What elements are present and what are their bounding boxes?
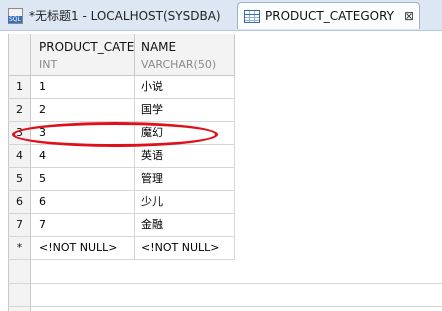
cell-product-cate[interactable]: 2: [31, 99, 135, 122]
table-row[interactable]: 1 1 小说: [8, 76, 442, 99]
table-row[interactable]: 3 3 魔幻: [8, 122, 442, 145]
row-number[interactable]: 1: [8, 76, 31, 99]
tab-product-category-label: PRODUCT_CATEGORY: [265, 9, 394, 23]
close-icon[interactable]: ⊠: [404, 9, 414, 23]
cell-name[interactable]: 国学: [135, 99, 235, 122]
cell-product-cate[interactable]: 3: [31, 122, 135, 145]
row-number[interactable]: 2: [8, 99, 31, 122]
row-number[interactable]: 7: [8, 214, 31, 237]
cell-product-cate[interactable]: 4: [31, 145, 135, 168]
new-row-marker[interactable]: *: [8, 237, 31, 260]
new-row[interactable]: * <!NOT NULL> <!NOT NULL>: [8, 237, 442, 260]
data-grid: PRODUCT_CATE INT NAME VARCHAR(50) 1 1 小说…: [0, 34, 442, 311]
cell-product-cate[interactable]: 7: [31, 214, 135, 237]
cell-product-cate[interactable]: 5: [31, 168, 135, 191]
cell-product-cate-placeholder[interactable]: <!NOT NULL>: [31, 237, 135, 260]
grid-line: [8, 283, 442, 284]
cell-name[interactable]: 金融: [135, 214, 235, 237]
row-number[interactable]: 3: [8, 122, 31, 145]
cell-name[interactable]: 少儿: [135, 191, 235, 214]
column-type: VARCHAR(50): [141, 58, 217, 71]
table-row[interactable]: 2 2 国学: [8, 99, 442, 122]
column-type: INT: [39, 58, 58, 71]
row-number-header: [8, 34, 31, 76]
row-header-filler: [8, 260, 31, 311]
row-number[interactable]: 4: [8, 145, 31, 168]
table-row[interactable]: 5 5 管理: [8, 168, 442, 191]
column-header-name[interactable]: NAME VARCHAR(50): [135, 34, 235, 76]
grid-line: [8, 306, 442, 307]
sql-file-icon: SQL: [8, 7, 23, 24]
table-row[interactable]: 6 6 少儿: [8, 191, 442, 214]
cell-name[interactable]: 魔幻: [135, 122, 235, 145]
column-header-product-cate[interactable]: PRODUCT_CATE INT: [31, 34, 135, 76]
tab-sql-editor[interactable]: SQL *无标题1 - LOCALHOST(SYSDBA): [0, 2, 236, 29]
column-name: NAME: [141, 40, 177, 54]
table-row[interactable]: 4 4 英语: [8, 145, 442, 168]
cell-product-cate[interactable]: 6: [31, 191, 135, 214]
table-row[interactable]: 7 7 金融: [8, 214, 442, 237]
editor-tab-bar: SQL *无标题1 - LOCALHOST(SYSDBA) PRODUCT_CA…: [0, 0, 442, 31]
cell-name[interactable]: 小说: [135, 76, 235, 99]
cell-product-cate[interactable]: 1: [31, 76, 135, 99]
cell-name[interactable]: 管理: [135, 168, 235, 191]
row-number[interactable]: 6: [8, 191, 31, 214]
cell-name[interactable]: 英语: [135, 145, 235, 168]
cell-name-placeholder[interactable]: <!NOT NULL>: [135, 237, 235, 260]
column-name: PRODUCT_CATE: [39, 40, 135, 54]
tab-product-category[interactable]: PRODUCT_CATEGORY ⊠: [237, 2, 420, 29]
tab-sql-editor-label: *无标题1 - LOCALHOST(SYSDBA): [29, 9, 221, 23]
row-number[interactable]: 5: [8, 168, 31, 191]
table-icon: [244, 9, 260, 23]
